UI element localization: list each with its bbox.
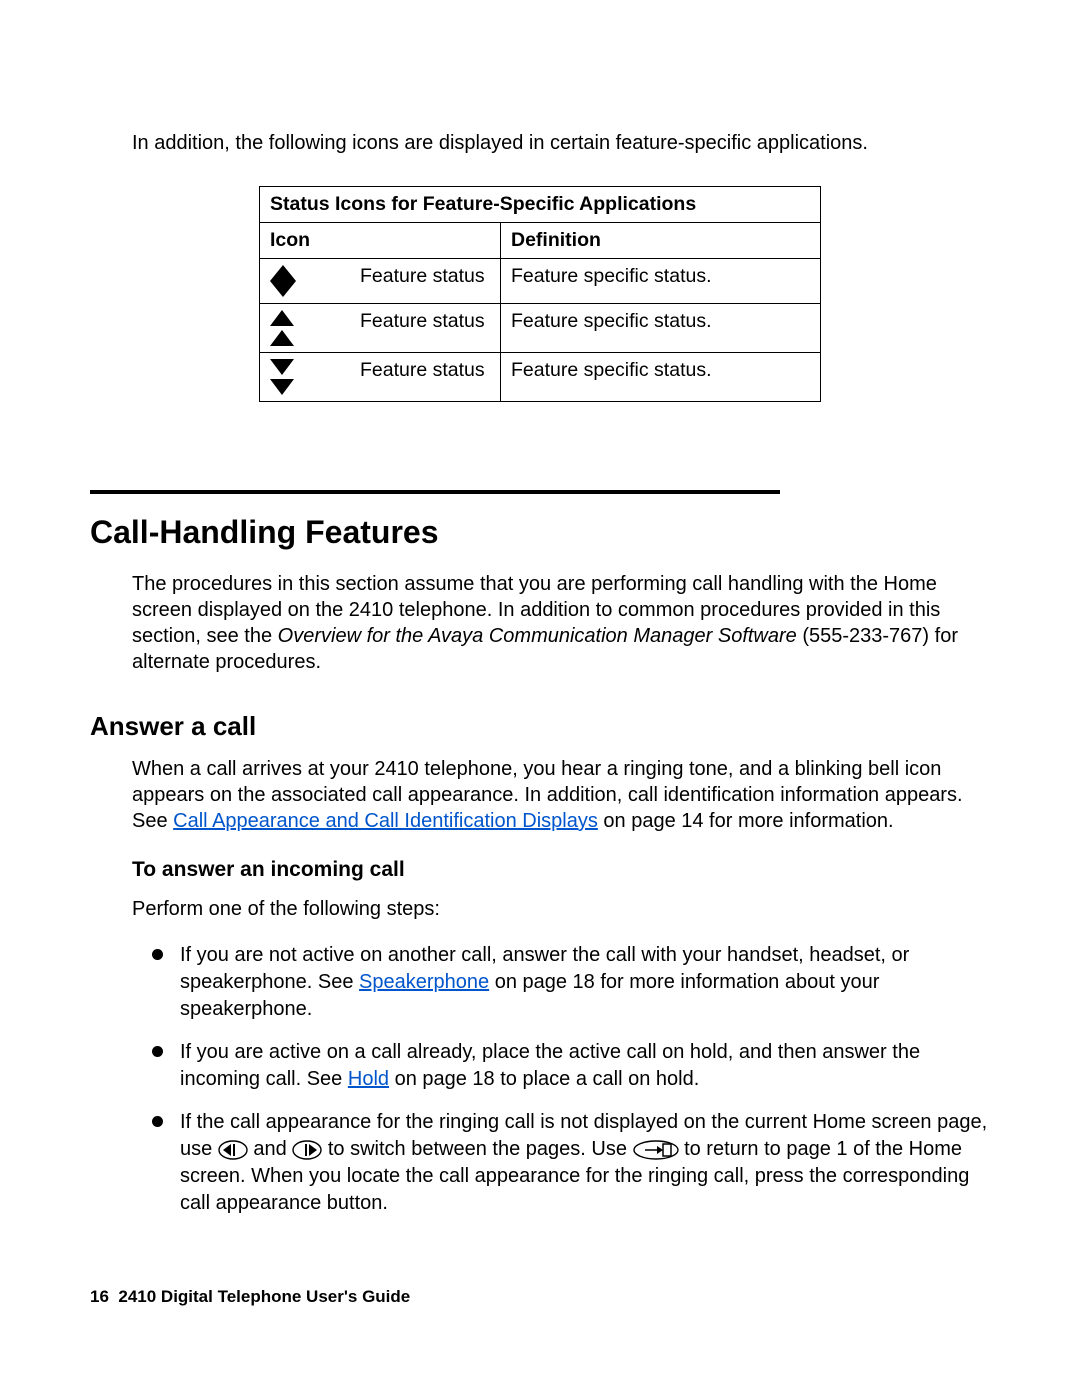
procedure-list: If you are not active on another call, a… [152,942,990,1217]
table-row: Feature status Feature specific status. [260,259,821,304]
link-hold[interactable]: Hold [348,1068,389,1090]
icon-label: Feature status [350,304,501,353]
list-item: If you are not active on another call, a… [152,942,990,1023]
page-number: 16 [90,1287,109,1306]
exit-button-icon [633,1136,679,1163]
double-down-triangle-icon [270,359,294,395]
section-heading: Call-Handling Features [90,514,990,551]
table-title-row: Status Icons for Feature-Specific Applic… [260,187,821,223]
icon-cell [260,259,351,304]
procedure-heading: To answer an incoming call [132,858,990,882]
icon-label: Feature status [350,259,501,304]
col-header-definition: Definition [501,223,821,259]
definition-cell: Feature specific status. [501,353,821,402]
table-row: Feature status Feature specific status. [260,353,821,402]
link-call-appearance-displays[interactable]: Call Appearance and Call Identification … [173,810,598,832]
para-text: on page 14 for more information. [598,810,894,832]
icon-cell [260,353,351,402]
table-row: Feature status Feature specific status. [260,304,821,353]
reference-title-italic: Overview for the Avaya Communication Man… [278,625,797,647]
intro-paragraph: In addition, the following icons are dis… [132,130,990,156]
icon-cell [260,304,351,353]
status-icons-table: Status Icons for Feature-Specific Applic… [259,186,821,402]
bullet-text: to switch between the pages. Use [328,1138,633,1160]
section-paragraph: The procedures in this section assume th… [132,571,990,675]
footer-title: 2410 Digital Telephone User's Guide [118,1287,410,1306]
bullet-text: on page 18 to place a call on hold. [389,1068,699,1090]
list-item: If the call appearance for the ringing c… [152,1109,990,1217]
diamond-icon [270,265,296,297]
page-footer: 16 2410 Digital Telephone User's Guide [90,1287,410,1307]
answer-paragraph: When a call arrives at your 2410 telepho… [132,756,990,834]
double-up-triangle-icon [270,310,294,346]
document-page: In addition, the following icons are dis… [0,0,1080,1397]
subsection-heading: Answer a call [90,711,990,742]
list-item: If you are active on a call already, pla… [152,1039,990,1093]
table-header-row: Icon Definition [260,223,821,259]
procedure-lead: Perform one of the following steps: [132,896,990,922]
bullet-text: and [253,1138,292,1160]
section-rule [90,490,780,494]
page-left-button-icon [218,1136,248,1163]
definition-cell: Feature specific status. [501,259,821,304]
table-title: Status Icons for Feature-Specific Applic… [260,187,821,223]
page-right-button-icon [292,1136,322,1163]
link-speakerphone[interactable]: Speakerphone [359,971,489,993]
icon-label: Feature status [350,353,501,402]
definition-cell: Feature specific status. [501,304,821,353]
col-header-icon: Icon [260,223,501,259]
